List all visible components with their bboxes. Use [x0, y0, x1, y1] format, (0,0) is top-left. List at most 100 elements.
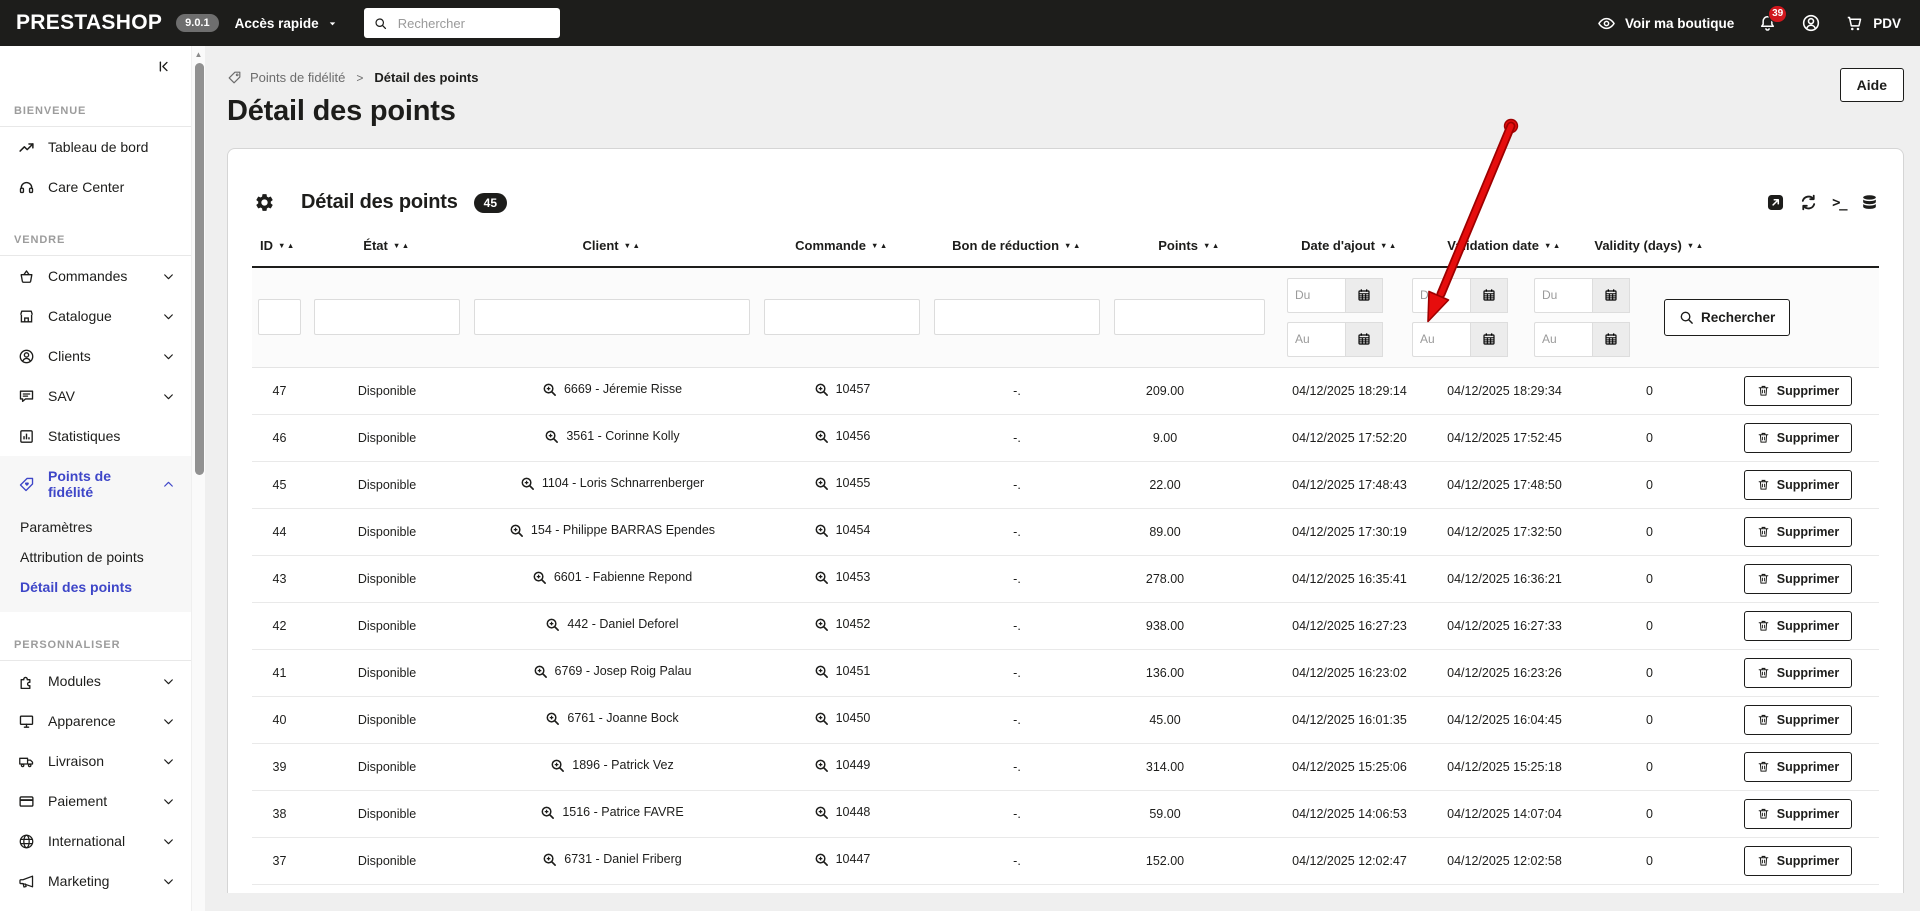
delete-button[interactable]: Supprimer: [1743, 469, 1853, 500]
sort-icons[interactable]: ▼▲: [871, 241, 889, 250]
client-link[interactable]: 1896 - Patrick Vez: [550, 758, 674, 773]
sort-icons[interactable]: ▼▲: [1064, 241, 1082, 250]
sidebar-item-catalogue[interactable]: Catalogue: [0, 296, 191, 336]
sidebar-item-livraison[interactable]: Livraison: [0, 741, 191, 781]
filter-points-input[interactable]: [1114, 299, 1265, 336]
sidebar-item-commandes[interactable]: Commandes: [0, 256, 191, 296]
gear-icon[interactable]: [254, 192, 275, 213]
order-link[interactable]: 10450: [814, 711, 870, 726]
validation-from-calendar-button[interactable]: [1470, 277, 1508, 313]
terminal-icon[interactable]: >_: [1832, 195, 1847, 211]
delete-button[interactable]: Supprimer: [1743, 610, 1853, 641]
delete-button[interactable]: Supprimer: [1743, 704, 1853, 735]
client-link[interactable]: 6769 - Josep Roig Palau: [533, 664, 691, 679]
client-link[interactable]: 6731 - Daniel Friberg: [542, 852, 682, 867]
quick-access-menu[interactable]: Accès rapide: [235, 16, 338, 31]
delete-button[interactable]: Supprimer: [1743, 798, 1853, 829]
date-added-to-calendar-button[interactable]: [1345, 321, 1383, 357]
delete-button[interactable]: Supprimer: [1743, 563, 1853, 594]
account-button[interactable]: [1801, 13, 1821, 33]
refresh-icon[interactable]: [1799, 193, 1818, 212]
export-icon[interactable]: [1766, 193, 1785, 212]
order-link[interactable]: 10451: [814, 664, 870, 679]
scrollbar-thumb[interactable]: [194, 63, 204, 475]
filter-date-added-from-input[interactable]: [1287, 277, 1345, 313]
column-header-client[interactable]: Client ▼▲: [467, 238, 757, 267]
column-header-points[interactable]: Points ▼▲: [1107, 238, 1272, 267]
date-added-from-calendar-button[interactable]: [1345, 277, 1383, 313]
sort-icons[interactable]: ▼▲: [624, 241, 642, 250]
database-icon[interactable]: [1860, 193, 1879, 212]
client-link[interactable]: 1516 - Patrice FAVRE: [540, 805, 684, 820]
column-header-validity-days[interactable]: Validity (days) ▼▲: [1582, 238, 1717, 267]
filter-validity-from-input[interactable]: [1534, 277, 1592, 313]
scrollbar-up-arrow-icon[interactable]: ▲: [192, 46, 205, 59]
order-link[interactable]: 10454: [814, 523, 870, 538]
client-link[interactable]: 154 - Philippe BARRAS Ependes: [509, 523, 715, 538]
sidebar-item-paiement[interactable]: Paiement: [0, 781, 191, 821]
filter-commande-input[interactable]: [764, 299, 920, 336]
delete-button[interactable]: Supprimer: [1743, 751, 1853, 782]
pos-link[interactable]: PDV: [1845, 14, 1901, 33]
client-link[interactable]: 6761 - Joanne Bock: [545, 711, 679, 726]
submenu-item-attribution-de-points[interactable]: Attribution de points: [0, 542, 191, 572]
sidebar-item-care-center[interactable]: Care Center: [0, 167, 191, 207]
sort-icons[interactable]: ▼▲: [1687, 241, 1705, 250]
search-filter-button[interactable]: Rechercher: [1664, 298, 1791, 336]
order-link[interactable]: 10452: [814, 617, 870, 632]
column-header-id[interactable]: ID ▼▲: [252, 238, 307, 267]
delete-button[interactable]: Supprimer: [1743, 657, 1853, 688]
delete-button[interactable]: Supprimer: [1743, 375, 1853, 406]
validity-to-calendar-button[interactable]: [1592, 321, 1630, 357]
filter-bon-input[interactable]: [934, 299, 1100, 336]
filter-validation-from-input[interactable]: [1412, 277, 1470, 313]
sidebar-item-international[interactable]: International: [0, 821, 191, 861]
filter-date-added-to-input[interactable]: [1287, 321, 1345, 357]
notifications-button[interactable]: 39: [1758, 4, 1788, 33]
column-header-date-ajout[interactable]: Date d'ajout ▼▲: [1272, 238, 1427, 267]
validation-to-calendar-button[interactable]: [1470, 321, 1508, 357]
delete-button[interactable]: Supprimer: [1743, 422, 1853, 453]
topbar-search-input[interactable]: [395, 14, 550, 32]
client-link[interactable]: 442 - Daniel Deforel: [545, 617, 679, 632]
sidebar-item-points-de-fidelite[interactable]: Points de fidélité: [0, 456, 191, 512]
validity-from-calendar-button[interactable]: [1592, 277, 1630, 313]
client-link[interactable]: 3561 - Corinne Kolly: [544, 429, 680, 444]
sidebar-item-sav[interactable]: SAV: [0, 376, 191, 416]
client-link[interactable]: 1104 - Loris Schnarrenberger: [520, 476, 704, 491]
delete-button[interactable]: Supprimer: [1743, 516, 1853, 547]
sort-icons[interactable]: ▼▲: [393, 241, 411, 250]
sidebar-item-clients[interactable]: Clients: [0, 336, 191, 376]
help-button[interactable]: Aide: [1839, 68, 1904, 102]
column-header-etat[interactable]: État ▼▲: [307, 238, 467, 267]
submenu-item-parametres[interactable]: Paramètres: [0, 512, 191, 542]
order-link[interactable]: 10457: [814, 382, 870, 397]
sidebar-item-statistiques[interactable]: Statistiques: [0, 416, 191, 456]
order-link[interactable]: 10456: [814, 429, 870, 444]
delete-button[interactable]: Supprimer: [1743, 845, 1853, 876]
sidebar-item-marketing[interactable]: Marketing: [0, 861, 191, 901]
submenu-item-detail-des-points[interactable]: Détail des points: [0, 572, 191, 602]
sidebar-item-apparence[interactable]: Apparence: [0, 701, 191, 741]
order-link[interactable]: 10448: [814, 805, 870, 820]
client-link[interactable]: 6669 - Jéremie Risse: [542, 382, 682, 397]
order-link[interactable]: 10449: [814, 758, 870, 773]
sort-icons[interactable]: ▼▲: [1380, 241, 1398, 250]
sidebar-scrollbar[interactable]: ▲: [191, 46, 205, 911]
filter-id-input[interactable]: [258, 299, 301, 336]
breadcrumb-parent[interactable]: Points de fidélité: [250, 70, 345, 85]
sidebar-item-modules[interactable]: Modules: [0, 661, 191, 701]
filter-client-input[interactable]: [474, 299, 750, 336]
order-link[interactable]: 10447: [814, 852, 870, 867]
filter-etat-input[interactable]: [314, 299, 460, 336]
column-header-commande[interactable]: Commande ▼▲: [757, 238, 927, 267]
sort-icons[interactable]: ▼▲: [1203, 241, 1221, 250]
sidebar-item-tableau-de-bord[interactable]: Tableau de bord: [0, 127, 191, 167]
column-header-validation-date[interactable]: Validation date ▼▲: [1427, 238, 1582, 267]
column-header-bon-de-reduction[interactable]: Bon de réduction ▼▲: [927, 238, 1107, 267]
order-link[interactable]: 10455: [814, 476, 870, 491]
sort-icons[interactable]: ▼▲: [1544, 241, 1562, 250]
view-shop-link[interactable]: Voir ma boutique: [1597, 14, 1734, 33]
filter-validation-to-input[interactable]: [1412, 321, 1470, 357]
collapse-sidebar-icon[interactable]: [156, 59, 171, 74]
